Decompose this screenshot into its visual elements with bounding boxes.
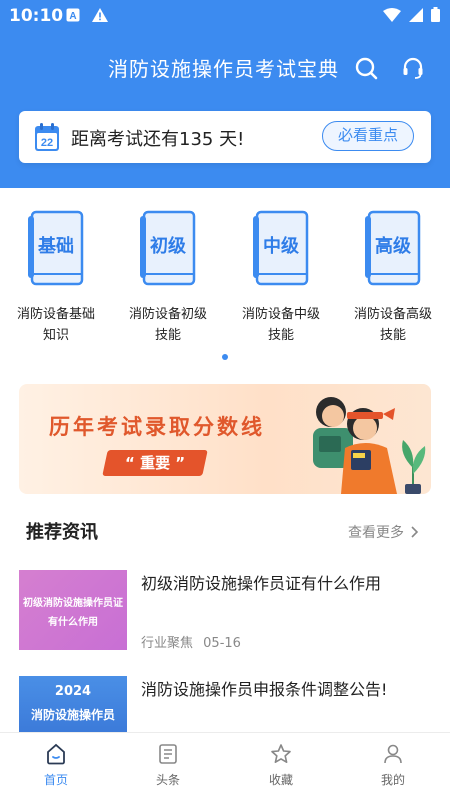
news-date: 05-16 (203, 636, 241, 651)
category-label: 消防设备中级 技能 (241, 307, 320, 343)
important-badge: “ 重要 ” (102, 450, 208, 476)
category-advanced[interactable]: 高级 消防设备高级 技能 (337, 200, 449, 346)
news-category: 行业聚焦 (141, 636, 194, 651)
tab-profile[interactable]: 我的 (337, 733, 449, 800)
exam-countdown-card: 22 距离考试还有135 天! 必看重点 (19, 111, 431, 163)
star-icon (271, 744, 291, 763)
status-time: 10:10 (9, 6, 64, 26)
book-title: 基础 (38, 236, 74, 257)
app-title: 消防设施操作员考试宝典 (108, 57, 339, 81)
book-icon: 高级 (363, 208, 423, 288)
news-title: 消防设施操作员申报条件调整公告! (141, 680, 388, 699)
tab-favorites[interactable]: 收藏 (225, 733, 337, 800)
carousel-page-indicator (222, 354, 228, 360)
calendar-icon: 22 (35, 123, 59, 151)
key-points-button[interactable]: 必看重点 (322, 121, 414, 151)
book-icon: 初级 (138, 208, 198, 288)
signal-icon (409, 7, 423, 22)
countdown-text: 距离考试还有135 天! (71, 129, 245, 150)
search-icon[interactable] (354, 56, 378, 80)
category-intermediate[interactable]: 中级 消防设备中级 技能 (225, 200, 337, 346)
svg-text:A: A (69, 11, 76, 22)
book-title: 初级 (150, 236, 186, 257)
news-icon (159, 744, 177, 764)
wifi-icon (383, 7, 401, 22)
calendar-day: 22 (41, 137, 53, 149)
see-more-link[interactable]: 查看更多 (348, 522, 419, 542)
headset-icon[interactable] (401, 56, 425, 80)
recommend-section-title: 推荐资讯 (26, 522, 98, 543)
banner-title: 历年考试录取分数线 (49, 415, 265, 439)
students-illustration (313, 397, 426, 494)
news-item[interactable]: 初级消防设施操作员证 有什么作用 初级消防设施操作员证有什么作用 行业聚焦 05… (0, 570, 450, 658)
news-meta: 行业聚焦 05-16 (141, 632, 241, 651)
tab-home[interactable]: 首页 (0, 733, 112, 800)
category-label: 消防设备高级 技能 (353, 307, 432, 343)
notification-a-icon: A (66, 8, 80, 22)
category-label: 消防设备基础 知识 (16, 307, 95, 343)
chevron-right-icon (411, 526, 419, 538)
book-icon: 中级 (251, 208, 311, 288)
book-title: 中级 (263, 236, 299, 257)
category-basic[interactable]: 基础 消防设备基础 知识 (0, 200, 112, 346)
battery-icon (431, 7, 440, 22)
warning-icon (92, 8, 108, 22)
bottom-tab-bar: 首页 头条 收藏 我的 (0, 732, 450, 800)
news-thumbnail: 初级消防设施操作员证 有什么作用 (19, 570, 127, 650)
news-title: 初级消防设施操作员证有什么作用 (141, 574, 382, 593)
book-title: 高级 (375, 236, 411, 257)
category-beginner[interactable]: 初级 消防设备初级 技能 (112, 200, 224, 346)
status-bar: 10:10 A (0, 0, 450, 32)
score-line-banner[interactable]: 历年考试录取分数线 “ 重要 ” (19, 384, 431, 494)
category-grid: 基础 消防设备基础 知识 初级 消防设备初级 技能 中级 消防设备中级 技能 高… (0, 200, 450, 350)
home-icon (47, 743, 65, 765)
category-label: 消防设备初级 技能 (128, 307, 207, 343)
book-icon: 基础 (26, 208, 86, 288)
user-icon (384, 744, 402, 764)
tab-news[interactable]: 头条 (112, 733, 224, 800)
